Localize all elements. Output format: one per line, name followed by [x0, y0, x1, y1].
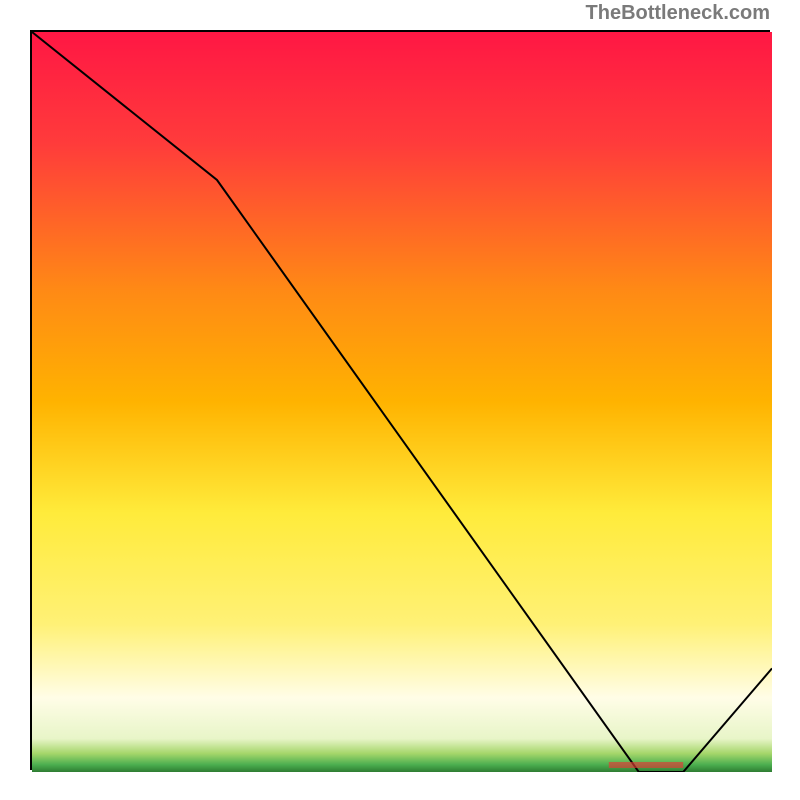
chart-plot-area	[30, 30, 770, 770]
chart-background	[32, 32, 772, 772]
watermark-text: TheBottleneck.com	[586, 2, 770, 25]
chart-svg	[32, 32, 772, 772]
chart-marker-strip	[609, 762, 683, 768]
